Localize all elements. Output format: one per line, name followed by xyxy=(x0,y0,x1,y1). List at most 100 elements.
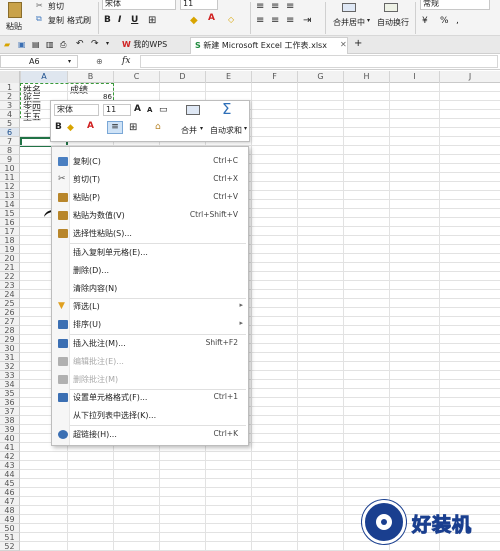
row-header[interactable]: 46 xyxy=(0,488,20,497)
row-header[interactable]: 43 xyxy=(0,461,20,470)
tab-active-workbook[interactable]: S 新建 Microsoft Excel 工作表.xlsx xyxy=(190,37,348,54)
mini-font-color-button[interactable]: A xyxy=(87,121,94,131)
zoom-formula-icon[interactable]: ⊕ xyxy=(96,57,103,66)
paste-icon[interactable] xyxy=(8,2,22,18)
undo-icon[interactable]: ↶ xyxy=(76,39,84,49)
menu-item-cut[interactable]: ✂ 剪切(T) Ctrl+X xyxy=(52,171,248,188)
column-header[interactable]: C xyxy=(113,71,159,83)
column-header[interactable]: G xyxy=(297,71,343,83)
column-header[interactable]: B xyxy=(67,71,113,83)
row-header[interactable]: 1 xyxy=(0,83,20,92)
chevron-down-icon[interactable]: ▾ xyxy=(367,17,370,24)
column-header[interactable]: J xyxy=(439,71,500,83)
chevron-down-icon[interactable]: ▾ xyxy=(68,58,71,65)
save-icon[interactable]: ▣ xyxy=(18,40,26,49)
menu-item-copy[interactable]: 复制(C) Ctrl+C xyxy=(52,153,248,170)
align-justify-icon[interactable]: ≡ xyxy=(256,15,264,26)
clear-format-icon[interactable]: ◇ xyxy=(228,15,234,24)
row-header[interactable]: 24 xyxy=(0,290,20,299)
row-header[interactable]: 8 xyxy=(0,146,20,155)
row-header[interactable]: 36 xyxy=(0,398,20,407)
autosum-button[interactable]: 自动求和 xyxy=(210,125,242,136)
cut-button[interactable]: 剪切 xyxy=(48,1,64,12)
mini-font-name-select[interactable]: 宋体 xyxy=(54,104,99,116)
indent-icon[interactable]: ⇥ xyxy=(303,15,311,26)
row-header[interactable]: 4 xyxy=(0,110,20,119)
wrap-text-button[interactable]: 自动换行 xyxy=(377,17,409,28)
align-right-icon[interactable]: ≡ xyxy=(286,1,294,12)
row-header[interactable]: 2 xyxy=(0,92,20,101)
format-painter-button[interactable]: 格式刷 xyxy=(67,15,91,26)
font-color-button[interactable]: A xyxy=(208,13,215,23)
row-header[interactable]: 39 xyxy=(0,425,20,434)
fx-button[interactable]: fx xyxy=(122,56,130,66)
mini-font-size-select[interactable]: 11 xyxy=(103,104,131,116)
row-header[interactable]: 5 xyxy=(0,119,20,128)
menu-item-sort[interactable]: 排序(U) ▸ xyxy=(52,316,248,333)
menu-item-pick-from-list[interactable]: 从下拉列表中选择(K)... xyxy=(52,407,248,424)
column-header[interactable]: I xyxy=(389,71,439,83)
row-header[interactable]: 47 xyxy=(0,497,20,506)
align-center-icon[interactable]: ≡ xyxy=(271,1,279,12)
row-header[interactable]: 28 xyxy=(0,326,20,335)
column-header[interactable]: E xyxy=(205,71,251,83)
menu-item-delete[interactable]: 删除(D)... xyxy=(52,262,248,279)
mini-align-center-button[interactable]: ≡ xyxy=(107,121,123,134)
row-header[interactable]: 16 xyxy=(0,218,20,227)
row-header[interactable]: 35 xyxy=(0,389,20,398)
row-header[interactable]: 9 xyxy=(0,155,20,164)
select-all-corner[interactable] xyxy=(0,71,20,83)
add-tab-button[interactable]: + xyxy=(354,38,362,49)
chevron-down-icon[interactable]: ▾ xyxy=(106,40,109,47)
row-header[interactable]: 18 xyxy=(0,236,20,245)
row-header[interactable]: 6 xyxy=(0,128,20,137)
column-header[interactable]: H xyxy=(343,71,389,83)
redo-icon[interactable]: ↷ xyxy=(91,39,99,49)
export-icon[interactable]: ⎙ xyxy=(60,40,66,50)
row-header[interactable]: 41 xyxy=(0,443,20,452)
close-tab-icon[interactable]: ✕ xyxy=(340,40,347,49)
align-middle-icon[interactable]: ≡ xyxy=(271,15,279,26)
underline-button[interactable]: U xyxy=(131,15,138,25)
menu-item-paste[interactable]: 粘贴(P) Ctrl+V xyxy=(52,189,248,206)
row-header[interactable]: 44 xyxy=(0,470,20,479)
align-left-icon[interactable]: ≡ xyxy=(256,1,264,12)
font-name-select[interactable]: 宋体 xyxy=(102,0,176,10)
mini-border-icon[interactable]: ⊞ xyxy=(129,122,137,133)
cell-a4[interactable]: 王五 xyxy=(23,110,41,123)
formula-input[interactable] xyxy=(140,55,498,68)
grow-font-button[interactable]: A xyxy=(134,104,141,114)
mini-bold-button[interactable]: B xyxy=(55,122,62,132)
chevron-down-icon[interactable]: ▾ xyxy=(200,125,203,132)
shrink-font-button[interactable]: A xyxy=(147,106,152,114)
row-header[interactable]: 13 xyxy=(0,191,20,200)
row-header[interactable]: 31 xyxy=(0,353,20,362)
row-header[interactable]: 49 xyxy=(0,515,20,524)
copy-button[interactable]: 复制 xyxy=(48,15,64,26)
row-header[interactable]: 14 xyxy=(0,200,20,209)
row-header[interactable]: 3 xyxy=(0,101,20,110)
print-preview-icon[interactable]: ▥ xyxy=(46,40,54,49)
menu-item-filter[interactable]: ▼ 筛选(L) ▸ xyxy=(52,298,248,315)
italic-button[interactable]: I xyxy=(118,15,121,25)
column-header[interactable]: F xyxy=(251,71,297,83)
chevron-down-icon[interactable]: ▾ xyxy=(244,125,247,132)
thousands-icon[interactable]: , xyxy=(456,16,459,26)
mini-format-painter-icon[interactable]: ⌂ xyxy=(155,122,161,132)
row-header[interactable]: 19 xyxy=(0,245,20,254)
row-header[interactable]: 30 xyxy=(0,344,20,353)
row-header[interactable]: 7 xyxy=(0,137,20,146)
name-box[interactable]: A6 xyxy=(0,55,78,68)
column-header[interactable]: A xyxy=(20,71,67,83)
row-header[interactable]: 10 xyxy=(0,164,20,173)
row-header[interactable]: 40 xyxy=(0,434,20,443)
row-header[interactable]: 23 xyxy=(0,281,20,290)
open-folder-icon[interactable]: ▰ xyxy=(4,40,10,49)
row-header[interactable]: 12 xyxy=(0,182,20,191)
row-header[interactable]: 37 xyxy=(0,407,20,416)
row-header[interactable]: 50 xyxy=(0,524,20,533)
row-header[interactable]: 45 xyxy=(0,479,20,488)
menu-item-insert-comment[interactable]: 插入批注(M)... Shift+F2 xyxy=(52,335,248,352)
row-header[interactable]: 51 xyxy=(0,533,20,542)
menu-item-paste-values[interactable]: 粘贴为数值(V) Ctrl+Shift+V xyxy=(52,207,248,224)
